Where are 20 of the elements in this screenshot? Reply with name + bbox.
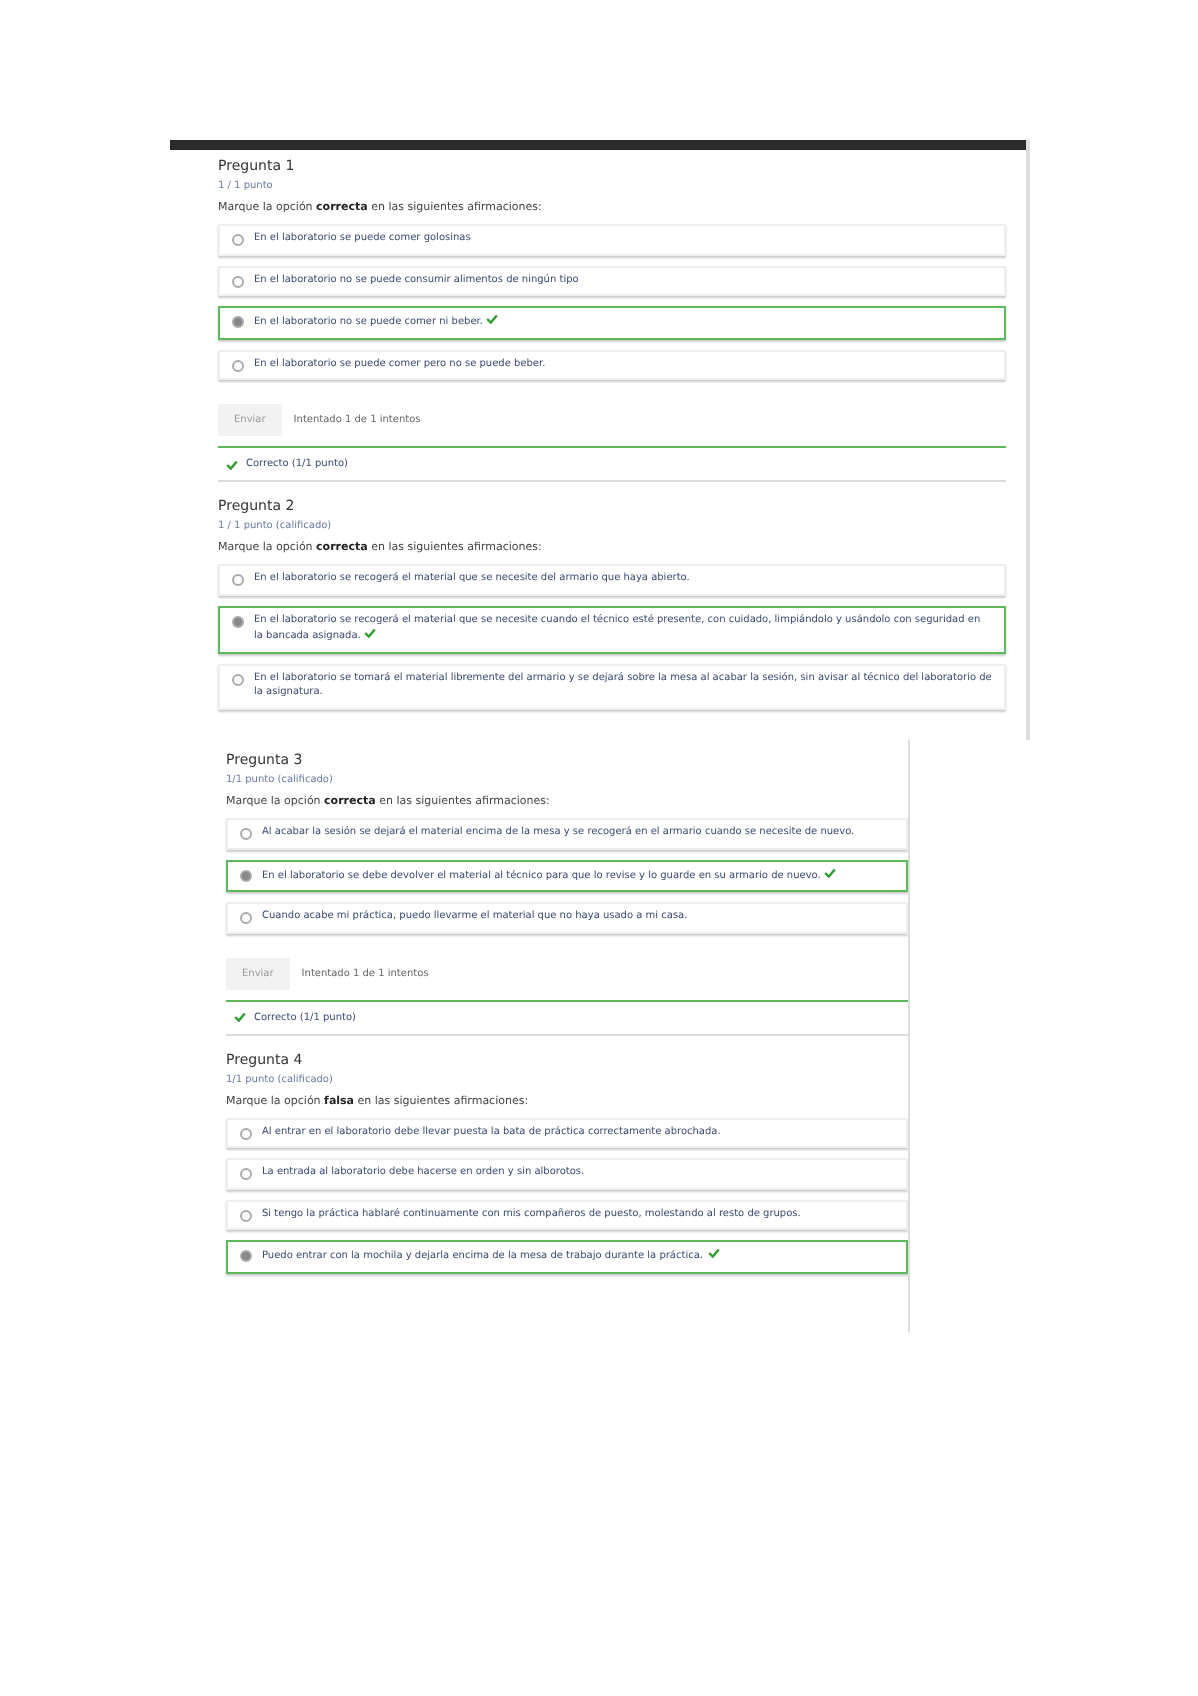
check-icon bbox=[486, 314, 499, 324]
check-icon bbox=[824, 867, 837, 877]
radio-button[interactable] bbox=[240, 828, 252, 840]
check-icon bbox=[707, 1248, 719, 1258]
check-icon bbox=[234, 1012, 246, 1022]
check-icon bbox=[364, 628, 377, 638]
radio-button[interactable] bbox=[232, 673, 244, 685]
radio-button[interactable] bbox=[240, 1127, 252, 1139]
radio-button[interactable] bbox=[240, 1168, 252, 1180]
radio-button[interactable] bbox=[240, 1250, 252, 1262]
radio-button[interactable] bbox=[232, 316, 244, 328]
radio-button[interactable] bbox=[232, 234, 244, 246]
radio-button[interactable] bbox=[232, 359, 244, 371]
radio-button[interactable] bbox=[232, 275, 244, 287]
check-icon bbox=[226, 459, 238, 469]
radio-button[interactable] bbox=[240, 869, 252, 881]
radio-button[interactable] bbox=[240, 912, 252, 924]
radio-button[interactable] bbox=[240, 1209, 252, 1221]
radio-button[interactable] bbox=[232, 574, 244, 586]
radio-button[interactable] bbox=[232, 615, 244, 627]
